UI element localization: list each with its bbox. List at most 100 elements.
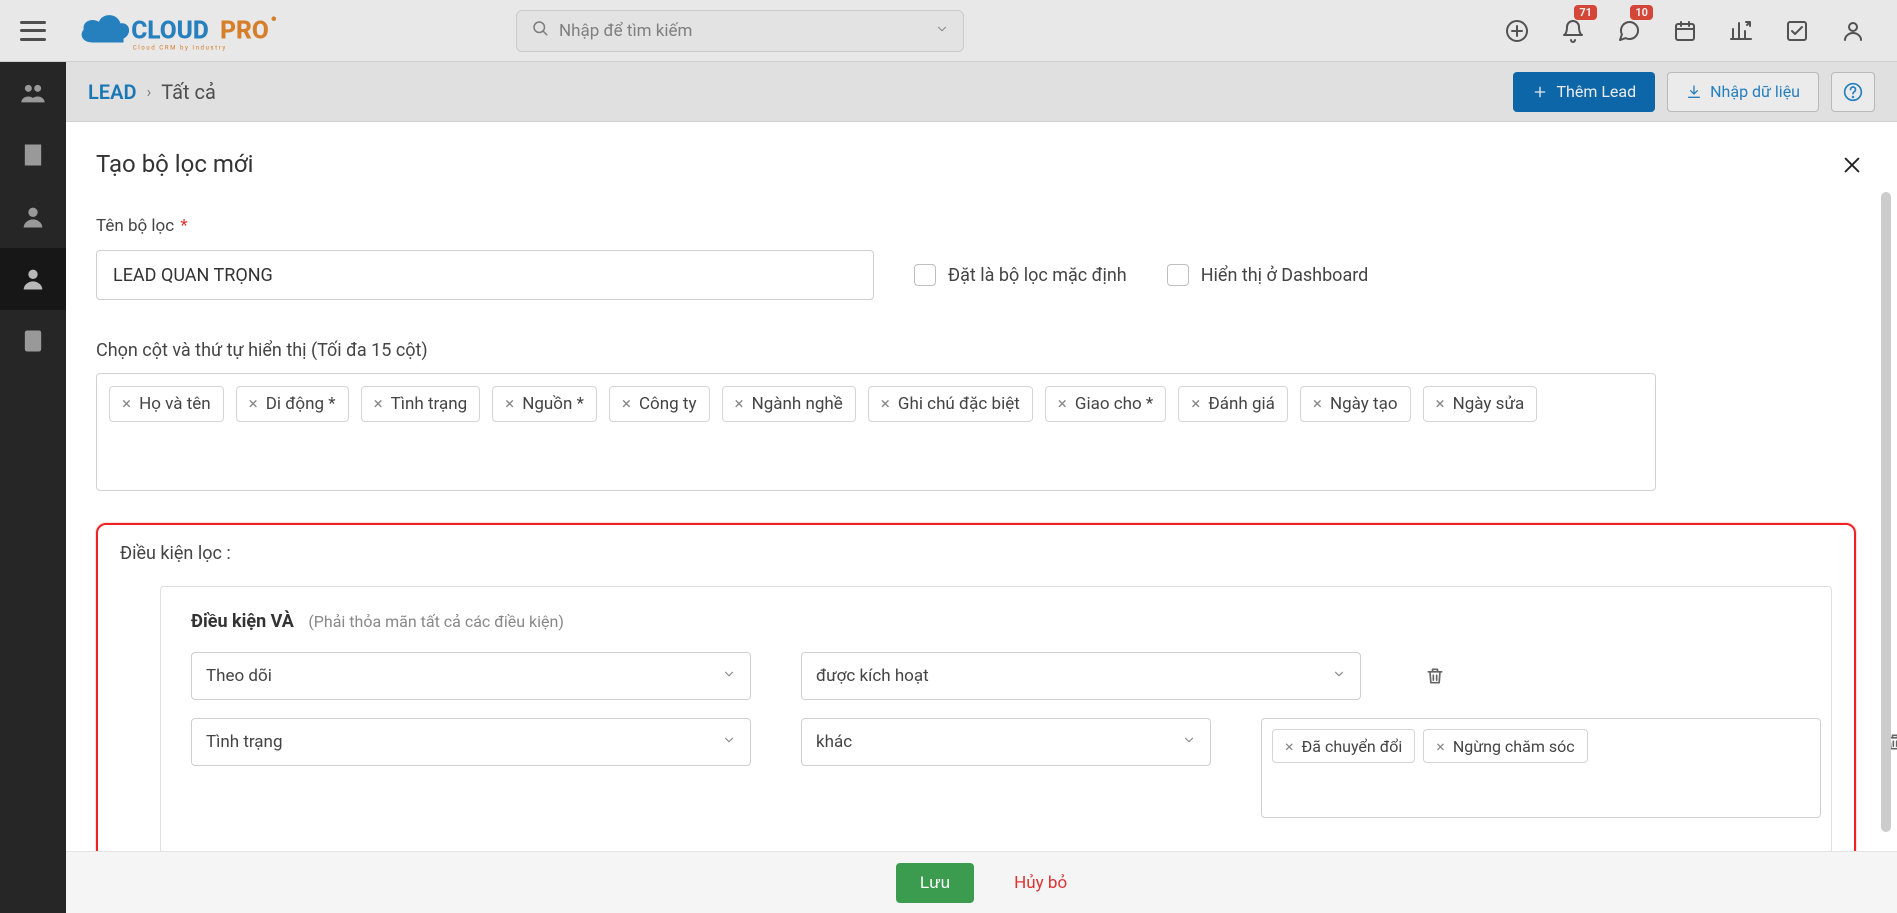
checkbox[interactable] xyxy=(1167,264,1189,286)
svg-text:PRO: PRO xyxy=(220,15,269,44)
chevron-down-icon xyxy=(722,666,736,686)
panel-title: Tạo bộ lọc mới xyxy=(96,150,1863,178)
chip-remove-icon[interactable]: × xyxy=(1191,394,1200,414)
filter-name-input[interactable] xyxy=(96,250,874,300)
required-star: * xyxy=(180,216,187,236)
conditions-title: Điều kiện lọc : xyxy=(120,543,1832,564)
column-chip[interactable]: ×Ghi chú đặc biệt xyxy=(868,386,1033,422)
column-chip[interactable]: × Đánh giá xyxy=(1178,386,1288,422)
chip-remove-icon[interactable]: × xyxy=(881,394,890,414)
column-chip[interactable]: × Di động * xyxy=(236,386,349,422)
cancel-button[interactable]: Hủy bỏ xyxy=(1014,873,1067,893)
dashboard-label: Hiển thị ở Dashboard xyxy=(1201,265,1369,286)
column-chip[interactable]: × Giao cho * xyxy=(1045,386,1166,422)
save-button[interactable]: Lưu xyxy=(896,863,974,903)
close-icon[interactable] xyxy=(1841,150,1863,183)
checkbox[interactable] xyxy=(914,264,936,286)
chip-label: Giao cho * xyxy=(1075,394,1153,414)
chevron-down-icon xyxy=(722,732,736,752)
nav-accounts[interactable] xyxy=(0,310,66,372)
calendar-icon[interactable] xyxy=(1671,17,1699,45)
chip-remove-icon[interactable]: × xyxy=(374,394,383,414)
column-chip[interactable]: × Họ và tên xyxy=(109,386,224,422)
breadcrumb-leaf: Tất cả xyxy=(161,80,216,104)
svg-text:Cloud CRM by Industry: Cloud CRM by Industry xyxy=(133,44,227,51)
scrollbar[interactable] xyxy=(1881,192,1891,832)
chat-icon[interactable]: 10 xyxy=(1615,17,1643,45)
messages-badge: 10 xyxy=(1630,5,1653,20)
dashboard-option[interactable]: Hiển thị ở Dashboard xyxy=(1167,264,1369,286)
chip-label: Ngày sửa xyxy=(1453,394,1525,414)
chip-label: Ngừng chăm sóc xyxy=(1453,737,1575,756)
chip-label: Ngày tạo xyxy=(1330,394,1398,414)
condition-field-select[interactable]: Theo dõi xyxy=(191,652,751,700)
notification-badge: 71 xyxy=(1574,5,1597,20)
and-heading: Điều kiện VÀ xyxy=(191,611,294,632)
chip-remove-icon[interactable]: × xyxy=(1313,394,1322,414)
chip-remove-icon[interactable]: × xyxy=(1058,394,1067,414)
hamburger-menu[interactable] xyxy=(0,0,66,62)
nav-leads-active[interactable] xyxy=(0,248,66,310)
value-chip[interactable]: × Ngừng chăm sóc xyxy=(1423,729,1587,763)
nav-contacts[interactable] xyxy=(0,186,66,248)
chip-remove-icon[interactable]: × xyxy=(249,394,258,414)
nav-companies[interactable] xyxy=(0,124,66,186)
chip-label: Tình trạng xyxy=(391,394,468,414)
chip-label: Nguồn * xyxy=(522,394,584,414)
import-button[interactable]: Nhập dữ liệu xyxy=(1667,72,1819,112)
default-filter-label: Đặt là bộ lọc mặc định xyxy=(948,265,1127,286)
chevron-down-icon xyxy=(1332,666,1346,686)
filter-name-label: Tên bộ lọc xyxy=(96,216,174,236)
chip-remove-icon[interactable]: × xyxy=(735,394,744,414)
chip-remove-icon[interactable]: × xyxy=(1436,394,1445,414)
chip-label: Ngành nghề xyxy=(752,394,843,414)
column-chip[interactable]: × Ngành nghề xyxy=(722,386,856,422)
add-lead-button[interactable]: Thêm Lead xyxy=(1513,72,1655,112)
chevron-down-icon xyxy=(935,22,949,40)
chip-remove-icon[interactable]: × xyxy=(122,394,131,414)
user-icon[interactable] xyxy=(1839,17,1867,45)
tasks-icon[interactable] xyxy=(1783,17,1811,45)
chip-remove-icon[interactable]: × xyxy=(622,394,631,414)
select-value: Theo dõi xyxy=(206,666,272,686)
column-chip[interactable]: × Tình trạng xyxy=(361,386,481,422)
delete-row-button[interactable] xyxy=(1411,652,1459,700)
search-placeholder: Nhập để tìm kiếm xyxy=(559,21,935,41)
column-chip[interactable]: × Công ty xyxy=(609,386,710,422)
default-filter-option[interactable]: Đặt là bộ lọc mặc định xyxy=(914,264,1127,286)
chip-label: Di động * xyxy=(266,394,336,414)
logo: CLOUD PRO Cloud CRM by Industry xyxy=(76,1,306,61)
chip-remove-icon[interactable]: × xyxy=(1285,737,1294,756)
search-icon xyxy=(531,19,549,42)
nav-leads[interactable] xyxy=(0,62,66,124)
chip-label: Họ và tên xyxy=(139,394,211,414)
chip-remove-icon[interactable]: × xyxy=(1436,737,1445,756)
svg-text:CLOUD: CLOUD xyxy=(131,15,209,44)
chevron-right-icon: › xyxy=(146,82,151,101)
value-chip[interactable]: ×Đã chuyển đổi xyxy=(1272,729,1415,763)
global-search[interactable]: Nhập để tìm kiếm xyxy=(516,10,964,52)
condition-field-select[interactable]: Tình trạng xyxy=(191,718,751,766)
add-icon[interactable] xyxy=(1503,17,1531,45)
chip-label: Đánh giá xyxy=(1208,394,1275,414)
columns-chipbox[interactable]: ×Họ và tên×Di động *×Tình trạng×Nguồn *×… xyxy=(96,373,1656,491)
select-value: được kích hoạt xyxy=(816,666,929,686)
condition-operator-select[interactable]: khác xyxy=(801,718,1211,766)
breadcrumb-root[interactable]: LEAD xyxy=(88,80,136,104)
select-value: Tình trạng xyxy=(206,732,283,752)
bell-icon[interactable]: 71 xyxy=(1559,17,1587,45)
help-button[interactable] xyxy=(1831,72,1875,112)
chevron-down-icon xyxy=(1182,732,1196,752)
import-label: Nhập dữ liệu xyxy=(1710,82,1800,101)
condition-operator-select[interactable]: được kích hoạt xyxy=(801,652,1361,700)
condition-value-chipbox[interactable]: ×Đã chuyển đổi×Ngừng chăm sóc xyxy=(1261,718,1821,818)
chip-remove-icon[interactable]: × xyxy=(505,394,514,414)
columns-label: Chọn cột và thứ tự hiển thị (Tối đa 15 c… xyxy=(96,340,1863,361)
column-chip[interactable]: × Ngày tạo xyxy=(1300,386,1411,422)
chip-label: Công ty xyxy=(639,394,697,414)
column-chip[interactable]: × Nguồn * xyxy=(492,386,597,422)
column-chip[interactable]: × Ngày sửa xyxy=(1423,386,1538,422)
add-lead-label: Thêm Lead xyxy=(1556,82,1636,101)
select-value: khác xyxy=(816,732,852,752)
reports-icon[interactable] xyxy=(1727,17,1755,45)
